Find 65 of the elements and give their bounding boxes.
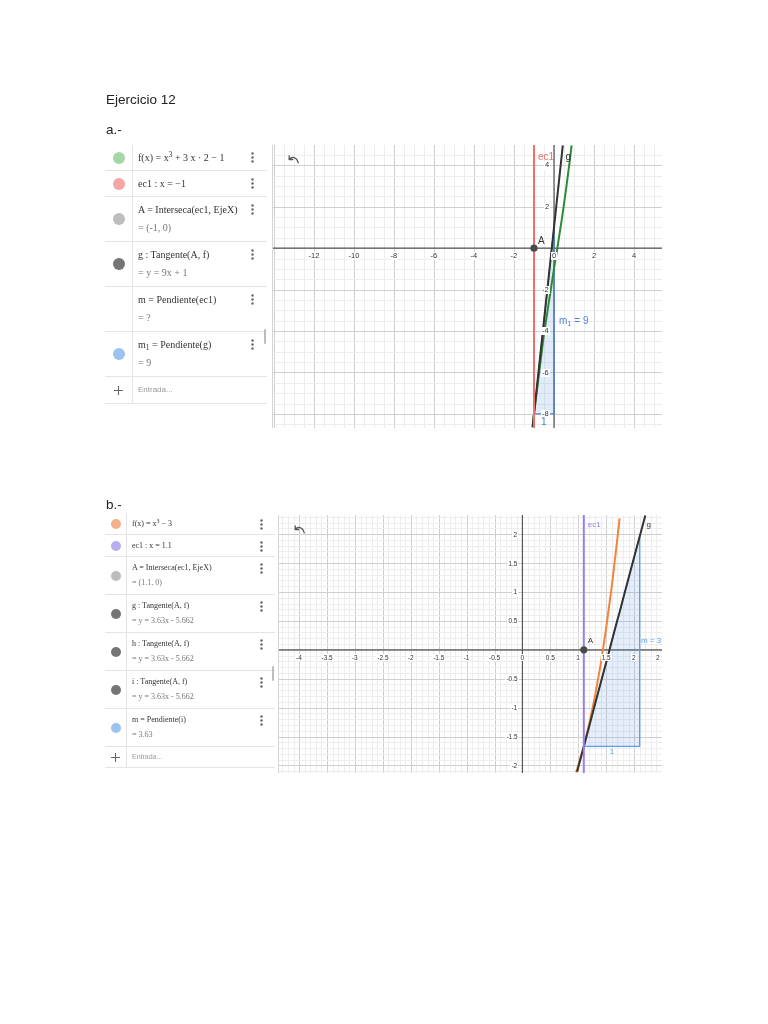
definition-text: h : Tangente(A, f): [132, 638, 191, 649]
more-options-icon[interactable]: [260, 601, 263, 612]
more-options-icon[interactable]: [251, 152, 254, 163]
visibility-dot-icon[interactable]: [110, 518, 121, 529]
line-label: g: [646, 520, 652, 530]
definition-text: m = Pendiente(i): [132, 714, 187, 725]
slope-label: m$_{1}$ = 9: [559, 315, 589, 327]
value-text: = y = 3.63x - 5.662: [132, 654, 195, 665]
definition-text: ec1 : x = 1.1: [132, 540, 173, 551]
more-options-icon[interactable]: [260, 541, 263, 552]
visibility-dot-icon[interactable]: [110, 684, 121, 695]
more-options-icon[interactable]: [260, 677, 263, 688]
undo-icon[interactable]: [288, 155, 299, 164]
value-text: = y = 9x + 1: [138, 267, 189, 280]
part-label: b.-: [106, 497, 123, 513]
more-options-icon[interactable]: [260, 715, 263, 726]
visibility-dot-icon[interactable]: [110, 540, 121, 551]
more-options-icon[interactable]: [251, 249, 254, 260]
visibility-dot-icon[interactable]: [110, 570, 121, 581]
definition-text: m$_{1}$ = Pendiente(g): [138, 338, 213, 351]
exercise-title: Ejercicio 12: [106, 91, 177, 109]
part-label: a.-: [106, 121, 123, 139]
value-text: = y = 3.63x - 5.662: [132, 692, 195, 703]
value-text: = 3.63: [132, 730, 154, 741]
more-options-icon[interactable]: [260, 519, 263, 530]
definition-text: i : Tangente(A, f): [132, 676, 189, 687]
visibility-dot-icon[interactable]: [112, 177, 125, 190]
visibility-dot-icon[interactable]: [112, 348, 125, 360]
definition-text: f(x) = x$^{3}$ + 3 x · 2 − 1: [138, 151, 226, 164]
slope-label: 1: [609, 748, 615, 758]
definition-text: f(x) = x$^{3}$ − 3: [132, 518, 174, 529]
scrollbar-thumb[interactable]: [272, 666, 274, 681]
input-field[interactable]: Entrada...: [138, 384, 267, 396]
value-text: = 9: [138, 357, 153, 370]
value-text: = ?: [138, 312, 152, 325]
definition-text: m = Pendiente(ec1): [138, 293, 218, 306]
plus-icon[interactable]: [111, 752, 120, 762]
more-options-icon[interactable]: [260, 563, 263, 574]
definition-text: g : Tangente(A, f): [132, 600, 191, 611]
more-options-icon[interactable]: [251, 178, 254, 189]
point-label: A: [538, 235, 545, 247]
definition-text: ec1 : x = −1: [138, 177, 187, 190]
value-text: = (-1, 0): [138, 222, 173, 235]
visibility-dot-icon[interactable]: [112, 258, 125, 270]
value-text: = (1.1, 0): [132, 578, 163, 589]
undo-icon[interactable]: [294, 525, 305, 534]
visibility-dot-icon[interactable]: [110, 722, 121, 733]
line-label: ec1: [587, 520, 601, 530]
scrollbar-thumb[interactable]: [264, 328, 266, 344]
line-label: g: [565, 150, 572, 162]
more-options-icon[interactable]: [251, 294, 254, 305]
point-label: A: [587, 636, 594, 646]
visibility-dot-icon[interactable]: [110, 646, 121, 657]
definition-text: A = Interseca(ec1, EjeX): [132, 562, 213, 573]
visibility-dot-icon[interactable]: [112, 151, 125, 164]
visibility-dot-icon[interactable]: [112, 213, 125, 225]
definition-text: A = Interseca(ec1, EjeX): [138, 203, 239, 216]
plus-icon[interactable]: [114, 385, 123, 395]
visibility-dot-icon[interactable]: [110, 608, 121, 619]
more-options-icon[interactable]: [251, 339, 254, 350]
definition-text: g : Tangente(A, f): [138, 248, 211, 261]
slope-label: m = 3: [641, 636, 662, 646]
more-options-icon[interactable]: [260, 639, 263, 650]
more-options-icon[interactable]: [251, 204, 254, 215]
value-text: = y = 3.63x - 5.662: [132, 616, 195, 627]
